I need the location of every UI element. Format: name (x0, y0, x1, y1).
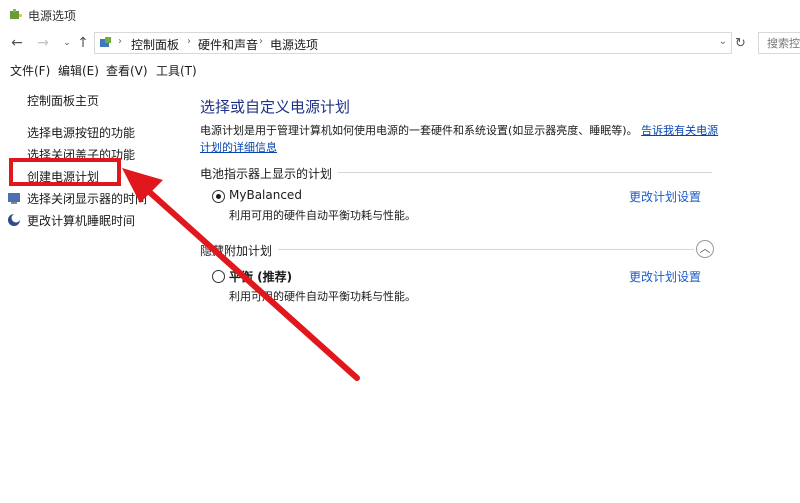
menu-tools[interactable]: 工具(T) (156, 62, 197, 79)
breadcrumb-power-options[interactable]: 电源选项 (270, 36, 318, 53)
sidebar-item-display-off[interactable]: 选择关闭显示器的时间 (27, 190, 147, 207)
sidebar-item-power-button[interactable]: 选择电源按钮的功能 (27, 124, 135, 141)
change-plan-settings-link[interactable]: 更改计划设置 (629, 268, 701, 285)
breadcrumb-separator-icon: › (187, 36, 191, 47)
breadcrumb-separator-icon: › (118, 36, 122, 47)
description-text: 电源计划是用于管理计算机如何使用电源的一套硬件和系统设置(如显示器亮度、睡眠等)… (200, 124, 638, 137)
page-title: 选择或自定义电源计划 (200, 98, 351, 116)
menu-view[interactable]: 查看(V) (106, 62, 148, 79)
annotation-highlight-box (9, 158, 121, 186)
control-panel-icon (100, 37, 111, 47)
chevron-up-icon[interactable]: ︿ (696, 240, 714, 258)
plan-name[interactable]: MyBalanced (229, 188, 302, 202)
refresh-icon[interactable]: ↻ (735, 36, 746, 51)
up-arrow-icon[interactable]: ↑ (74, 34, 92, 52)
menu-bar: 文件(F) 编辑(E) 查看(V) 工具(T) (0, 58, 800, 80)
breadcrumb-hardware-sound[interactable]: 硬件和声音 (198, 36, 258, 53)
sleep-moon-icon (8, 213, 21, 226)
plan-radio-mybalanced[interactable] (212, 190, 225, 203)
breadcrumb-separator-icon: › (259, 36, 263, 47)
address-bar[interactable]: › 控制面板 › 硬件和声音 › 电源选项 ⌄ (94, 32, 732, 54)
back-arrow-icon[interactable]: ← (8, 34, 26, 52)
page-description: 电源计划是用于管理计算机如何使用电源的一套硬件和系统设置(如显示器亮度、睡眠等)… (200, 122, 720, 156)
monitor-icon (8, 193, 20, 204)
search-input[interactable] (759, 33, 800, 53)
power-options-icon (10, 9, 22, 19)
plan-name[interactable]: 平衡 (推荐) (229, 268, 292, 285)
change-plan-settings-link[interactable]: 更改计划设置 (629, 188, 701, 205)
menu-edit[interactable]: 编辑(E) (58, 62, 99, 79)
navigation-bar: ← → ⌄ ↑ › 控制面板 › 硬件和声音 › 电源选项 ⌄ ↻ (0, 30, 800, 56)
chevron-down-icon[interactable]: ⌄ (719, 36, 727, 47)
menu-file[interactable]: 文件(F) (10, 62, 50, 79)
breadcrumb-control-panel[interactable]: 控制面板 (131, 36, 179, 53)
window-title: 电源选项 (28, 9, 77, 23)
sidebar-item-control-panel-home[interactable]: 控制面板主页 (27, 92, 99, 109)
group-label-hidden-plans[interactable]: 隐藏附加计划 (200, 242, 279, 259)
plan-description: 利用可用的硬件自动平衡功耗与性能。 (229, 209, 416, 222)
group-label-battery-meter: 电池指示器上显示的计划 (200, 165, 339, 182)
plan-description: 利用可用的硬件自动平衡功耗与性能。 (229, 290, 416, 303)
title-bar: 电源选项 (0, 0, 800, 30)
search-box[interactable] (758, 32, 800, 54)
sidebar-item-sleep-time[interactable]: 更改计算机睡眠时间 (27, 212, 135, 229)
plan-radio-balanced[interactable] (212, 270, 225, 283)
forward-arrow-icon[interactable]: → (34, 34, 52, 52)
